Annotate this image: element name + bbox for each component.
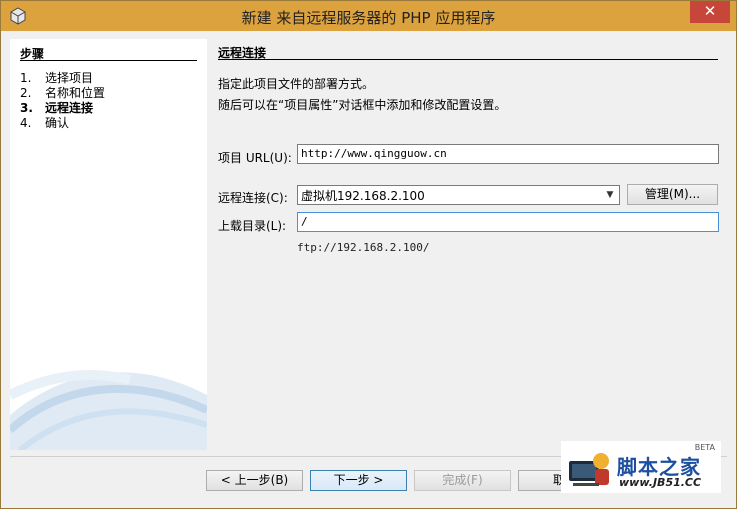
upload-dir-input[interactable]: / [297, 212, 719, 232]
next-button[interactable]: 下一步 > [310, 470, 407, 491]
upload-dir-label: 上载目录(L): [218, 219, 287, 233]
remote-connection-value: 虚拟机192.168.2.100 [301, 189, 425, 203]
step-item: 2. 名称和位置 [20, 86, 106, 100]
remote-connection-label: 远程连接(C): [218, 191, 288, 205]
manage-button[interactable]: 管理(M)... [627, 184, 718, 205]
title-divider [218, 59, 718, 60]
close-icon: ✕ [703, 2, 717, 20]
project-url-input[interactable]: http://www.qingguow.cn [297, 144, 719, 164]
back-button[interactable]: < 上一步(B) [206, 470, 303, 491]
wizard-window: 新建 来自远程服务器的 PHP 应用程序 ✕ 步骤 1. 选择项目 2. 名称和位置… [0, 0, 737, 509]
watermark-logo-icon [569, 453, 609, 486]
steps-divider [20, 60, 197, 61]
description-line: 随后可以在“项目属性”对话框中添加和修改配置设置。 [218, 98, 507, 112]
ftp-url-hint: ftp://192.168.2.100/ [297, 241, 430, 254]
project-url-label: 项目 URL(U): [218, 151, 292, 165]
title-bar: 新建 来自远程服务器的 PHP 应用程序 ✕ [1, 1, 736, 31]
finish-button[interactable]: 完成(F) [414, 470, 511, 491]
close-button[interactable]: ✕ [690, 1, 730, 23]
step-item: 4. 确认 [20, 116, 70, 130]
description-line: 指定此项目文件的部署方式。 [218, 77, 375, 91]
steps-panel: 步骤 1. 选择项目 2. 名称和位置 3. 远程连接 4. 确认 [10, 39, 207, 450]
step-item-current: 3. 远程连接 [20, 101, 94, 115]
decorative-swoosh-graphic [10, 370, 207, 450]
step-item: 1. 选择项目 [20, 71, 94, 85]
remote-connection-select[interactable]: 虚拟机192.168.2.100 ▼ [297, 185, 620, 205]
chevron-down-icon[interactable]: ▼ [603, 188, 617, 202]
window-title: 新建 来自远程服务器的 PHP 应用程序 [241, 9, 496, 27]
site-watermark: BETA 脚本之家 www.JB51.CC [561, 441, 721, 493]
steps-list: 1. 选择项目 2. 名称和位置 3. 远程连接 4. 确认 [20, 71, 105, 131]
watermark-url: www.JB51.CC [619, 476, 702, 489]
